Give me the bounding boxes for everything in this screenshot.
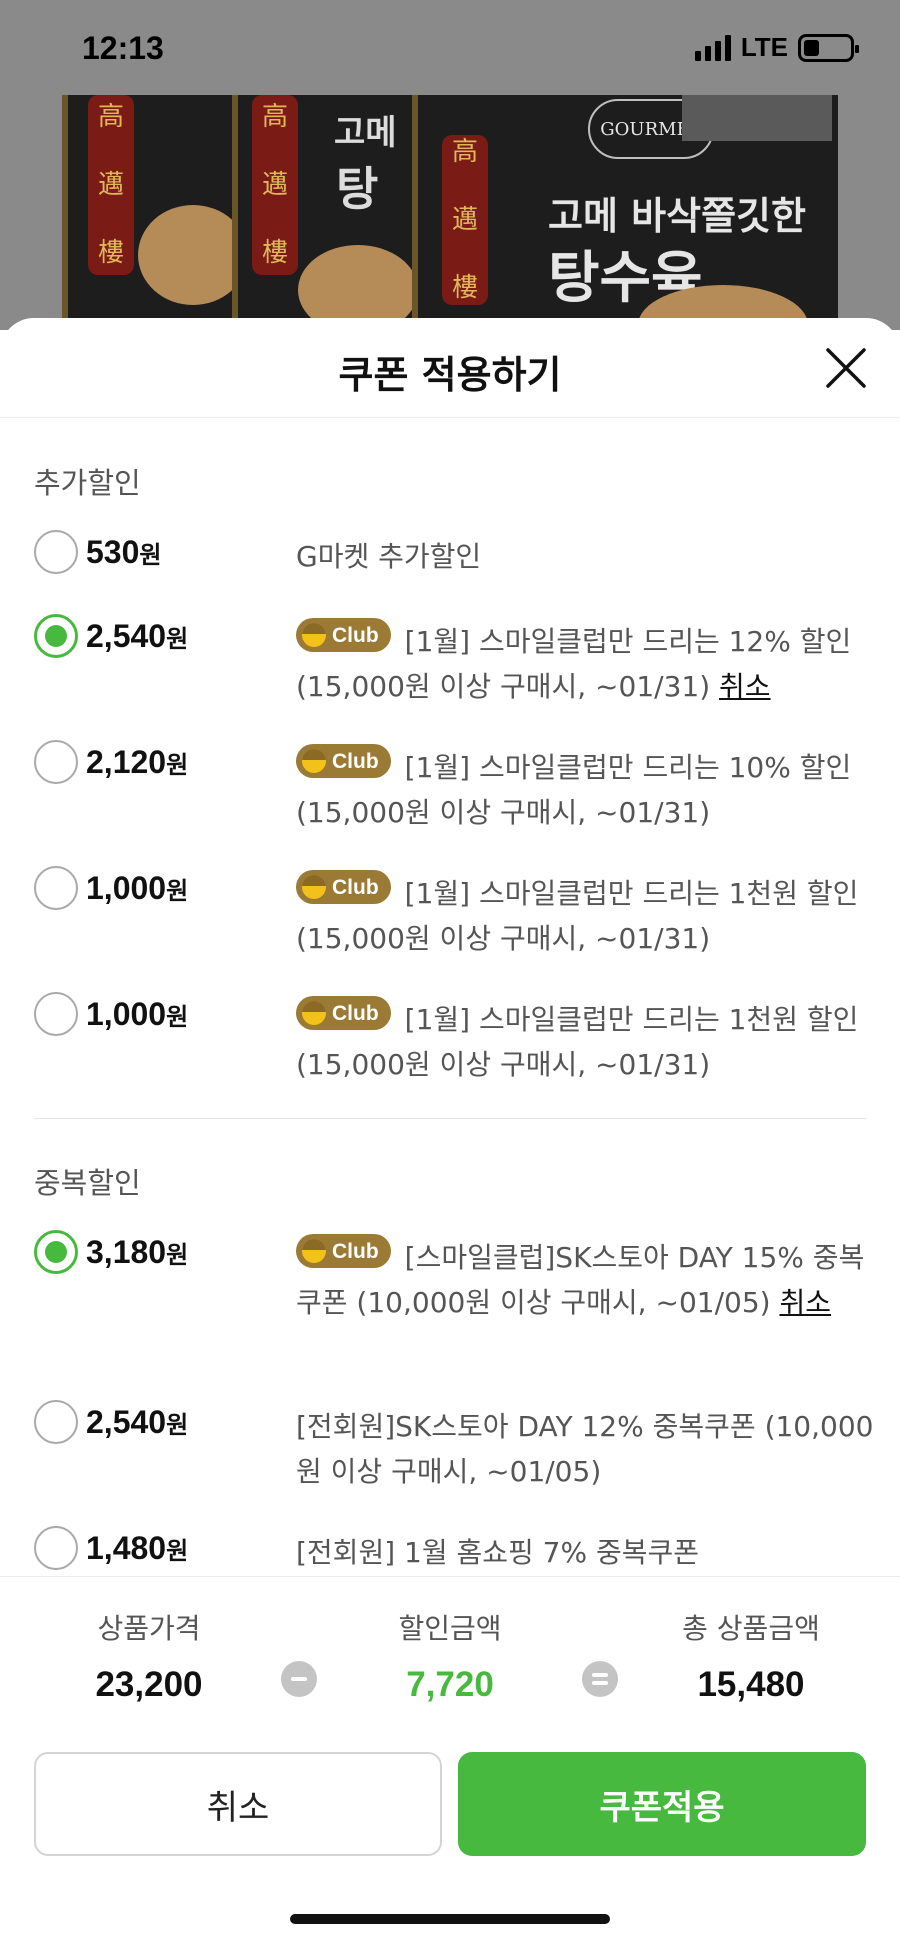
summary-total-label: 총 상품금액	[682, 1612, 820, 1645]
coupon-amount: 2,120원	[86, 744, 189, 780]
club-badge: Club	[296, 996, 391, 1030]
summary-total-value: 15,480	[697, 1665, 805, 1704]
coupon-description: Club [1월] 스마일클럽만 드리는 1천원 할인 (15,000원 이상 구…	[296, 870, 876, 961]
club-badge: Club	[296, 744, 391, 778]
section-divider	[34, 1118, 866, 1119]
signal-icon	[694, 34, 731, 61]
cancel-button[interactable]: 취소	[34, 1752, 442, 1856]
product-image: 高邁樓 高邁樓 고메 탕 高邁樓 GOURMET 고메 바삭쫄깃한 탕수육	[62, 95, 838, 330]
club-icon	[302, 1239, 326, 1263]
summary-discount-label: 할인금액	[398, 1612, 502, 1645]
minus-icon	[281, 1661, 317, 1697]
side-text-1: 고메	[334, 113, 397, 153]
coupon-description: Club [1월] 스마일클럽만 드리는 1천원 할인 (15,000원 이상 구…	[296, 996, 876, 1087]
product-pack-3: 高邁樓 GOURMET 고메 바삭쫄깃한 탕수육	[412, 95, 838, 330]
summary-price-value: 23,200	[95, 1665, 203, 1704]
lantern-decoration: 高邁樓	[442, 135, 488, 305]
summary-total: 총 상품금액 15,480	[626, 1607, 876, 1705]
sheet-title: 쿠폰 적용하기	[338, 353, 562, 397]
battery-fill	[804, 39, 819, 56]
coupon-amount: 1,480원	[86, 1530, 189, 1566]
equals-icon	[582, 1661, 618, 1697]
coupon-radio[interactable]	[34, 530, 78, 574]
summary-price: 상품가격 23,200	[24, 1607, 274, 1705]
coupon-radio[interactable]	[34, 1526, 78, 1570]
coupon-amount: 1,000원	[86, 870, 189, 906]
coupon-cancel-link[interactable]: 취소	[779, 1286, 831, 1319]
coupon-amount: 3,180원	[86, 1234, 189, 1270]
coupon-cancel-link[interactable]: 취소	[719, 670, 771, 703]
coupon-amount: 2,540원	[86, 1404, 189, 1440]
product-pack-2: 高邁樓 고메 탕	[232, 95, 418, 330]
club-badge: Club	[296, 618, 391, 652]
coupon-radio[interactable]	[34, 1230, 78, 1274]
club-badge: Club	[296, 870, 391, 904]
package-label	[682, 95, 832, 141]
coupon-sheet: 쿠폰 적용하기 추가할인 530원 G마켓 추가할인 2,540원 Club [1…	[0, 318, 900, 1947]
side-text-2: 탕	[336, 162, 379, 216]
coupon-amount: 2,540원	[86, 618, 189, 654]
home-indicator[interactable]	[290, 1914, 610, 1924]
coupon-radio[interactable]	[34, 1400, 78, 1444]
coupon-description: Club [스마일클럽]SK스토아 DAY 15% 중복쿠폰 (10,000원 이…	[296, 1234, 876, 1325]
coupon-amount: 530원	[86, 534, 162, 570]
club-icon	[302, 875, 326, 899]
coupon-description: G마켓 추가할인	[296, 540, 482, 573]
coupon-description: Club [1월] 스마일클럽만 드리는 10% 할인 (15,000원 이상 구…	[296, 744, 876, 835]
coupon-description: [전회원] 1월 홈쇼핑 7% 중복쿠폰	[296, 1536, 700, 1569]
status-time: 12:13	[82, 30, 164, 66]
sheet-header: 쿠폰 적용하기	[0, 318, 900, 418]
price-summary: 상품가격 23,200 할인금액 7,720 총 상품금액 15,480	[0, 1576, 900, 1704]
summary-discount: 할인금액 7,720	[325, 1607, 575, 1705]
network-label: LTE	[740, 32, 788, 62]
section-label-extra: 추가할인	[34, 466, 141, 500]
summary-discount-value: 7,720	[406, 1665, 494, 1704]
club-badge: Club	[296, 1234, 391, 1268]
coupon-radio[interactable]	[34, 740, 78, 784]
coupon-radio[interactable]	[34, 614, 78, 658]
coupon-description: Club [1월] 스마일클럽만 드리는 12% 할인 (15,000원 이상 구…	[296, 618, 876, 709]
coupon-radio[interactable]	[34, 866, 78, 910]
club-icon	[302, 623, 326, 647]
club-icon	[302, 1001, 326, 1025]
coupon-amount: 1,000원	[86, 996, 189, 1032]
coupon-radio[interactable]	[34, 992, 78, 1036]
close-icon[interactable]	[822, 344, 870, 392]
lantern-decoration: 高邁樓	[252, 95, 298, 275]
status-indicators: LTE	[694, 32, 859, 63]
product-pack-1: 高邁樓	[62, 95, 248, 330]
lantern-decoration: 高邁樓	[88, 95, 134, 275]
battery-icon	[798, 33, 859, 62]
apply-coupon-button[interactable]: 쿠폰적용	[458, 1752, 866, 1856]
section-label-duplicate: 중복할인	[34, 1166, 141, 1200]
image-title-line1: 고메 바삭쫄깃한	[548, 194, 806, 238]
club-icon	[302, 749, 326, 773]
summary-price-label: 상품가격	[97, 1612, 201, 1645]
coupon-description: [전회원]SK스토아 DAY 12% 중복쿠폰 (10,000원 이상 구매시,…	[296, 1410, 874, 1488]
status-bar: 12:13 LTE	[0, 0, 900, 90]
